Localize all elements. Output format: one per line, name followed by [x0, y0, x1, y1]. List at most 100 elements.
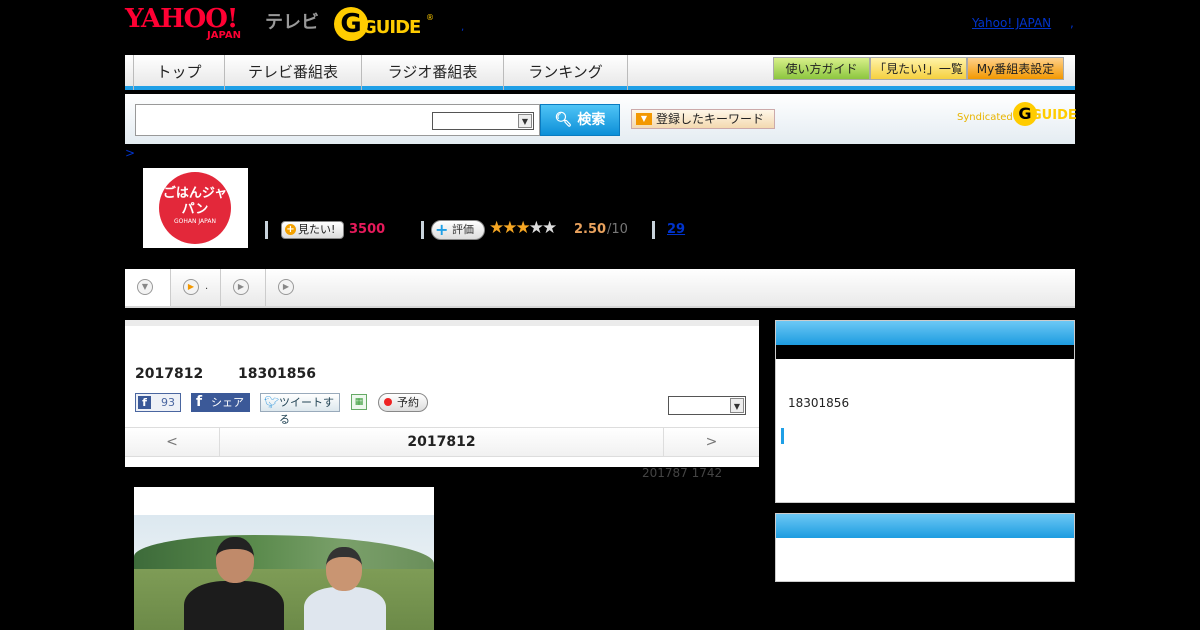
- rating-max: /10: [607, 222, 628, 237]
- tab-2-label: .: [205, 281, 209, 292]
- yahoo-logo-sub: JAPAN: [207, 30, 241, 41]
- rating-stars: ★★★★★: [489, 218, 557, 238]
- search-button-label: 検索: [577, 112, 606, 128]
- nav-tab-radio-listings[interactable]: ラジオ番組表: [362, 55, 504, 90]
- rate-label: 評価: [452, 223, 474, 236]
- nav-date: 2017812: [407, 434, 476, 450]
- plus-icon: +: [435, 220, 449, 239]
- photo-person-1: [184, 537, 284, 630]
- updated-timestamp: 201787 1742: [642, 466, 723, 480]
- search-category-select[interactable]: ▼: [432, 112, 534, 130]
- chevron-down-icon: ▼: [518, 114, 532, 128]
- record-dot-icon: [384, 398, 392, 406]
- want-count: 3500: [349, 222, 386, 237]
- program-tabs: ▼ ▶ . ▶ ▶: [125, 269, 1075, 308]
- saved-keywords-button[interactable]: ▼ 登録したキーワード: [631, 109, 775, 129]
- person-2-head: [326, 547, 362, 591]
- program-logo-title: ごはんジャパン: [162, 186, 228, 217]
- episode-panel: 2017812 18301856 f 93 f シェア 🐦︎ ツイートする ▦ …: [125, 320, 759, 467]
- play-icon: ▶: [233, 279, 249, 295]
- chevron-down-icon: ▼: [137, 279, 153, 295]
- air-date: 2017812: [135, 366, 204, 382]
- yahoo-japan-logo[interactable]: YAHOO! JAPAN: [125, 6, 263, 42]
- star-icon: ★: [528, 218, 544, 238]
- episode-photo: [134, 487, 434, 630]
- star-icon: ★: [489, 218, 504, 238]
- air-time: 18301856: [238, 366, 316, 382]
- syndicated-gguide-logo: Syndicated G GUIDE: [957, 102, 1077, 128]
- next-date-button[interactable]: >: [663, 428, 759, 456]
- search-button[interactable]: 🔍︎ 検索: [540, 104, 620, 136]
- reserve-button[interactable]: 予約: [378, 393, 428, 412]
- tab-2[interactable]: ▶ .: [171, 269, 221, 306]
- person-1-head: [216, 537, 254, 583]
- divider: [421, 221, 424, 239]
- side-panel-2: [775, 513, 1075, 582]
- header-separator-dot: ,: [1070, 16, 1074, 30]
- nav-tab-tv-listings[interactable]: テレビ番組表: [225, 55, 362, 90]
- saved-keywords-label: 登録したキーワード: [656, 112, 765, 126]
- side-panel-subheader: [776, 345, 1074, 359]
- star-icon: ★: [502, 218, 517, 238]
- tweet-label: ツイートする: [279, 396, 334, 426]
- calendar-icon[interactable]: ▦: [351, 394, 367, 410]
- play-icon: ▶: [278, 279, 294, 295]
- gguide-registered-mark: ®: [426, 13, 434, 22]
- prev-date-button[interactable]: <: [125, 428, 220, 456]
- person-2-body: [304, 587, 386, 630]
- want-to-watch-button[interactable]: + 見たい!: [281, 221, 344, 239]
- side-panel-schedule: 18301856: [775, 320, 1075, 503]
- chevron-down-icon: ▼: [730, 398, 744, 413]
- tweet-button[interactable]: 🐦︎ ツイートする: [260, 393, 340, 426]
- review-count-link[interactable]: 29: [667, 222, 685, 237]
- facebook-like-button[interactable]: f 93: [135, 393, 181, 412]
- breadcrumb[interactable]: >: [125, 146, 135, 160]
- syndicated-logo-text: GUIDE: [1031, 108, 1077, 123]
- search-icon: 🔍︎: [554, 112, 573, 128]
- nav-tab-ranking[interactable]: ランキング: [504, 55, 628, 90]
- main-nav: トップ テレビ番組表 ラジオ番組表 ランキング 使い方ガイド 「見たい!」一覧 …: [125, 55, 1075, 90]
- rate-button[interactable]: + 評価: [431, 220, 485, 240]
- facebook-icon: f: [138, 396, 151, 409]
- facebook-share-label: シェア: [211, 396, 244, 409]
- facebook-like-count: 93: [161, 396, 175, 409]
- program-logo: ごはんジャパン GOHAN JAPAN: [159, 172, 231, 244]
- syndicated-label: Syndicated: [957, 112, 1013, 123]
- search-bar: ▼ 🔍︎ 検索 ▼ 登録したキーワード Syndicated G GUIDE: [125, 94, 1077, 144]
- divider: [265, 221, 268, 239]
- gguide-logo[interactable]: G GUIDE ®: [334, 7, 434, 41]
- side-panel-header: [776, 514, 1074, 538]
- episode-select[interactable]: ▼: [668, 396, 746, 415]
- rating-value: 2.50: [574, 222, 607, 237]
- divider: [652, 221, 655, 239]
- usage-guide-button[interactable]: 使い方ガイド: [773, 57, 870, 80]
- header-separator-dot: ,: [461, 22, 465, 33]
- tv-label: テレビ: [265, 12, 319, 33]
- program-thumbnail: ごはんジャパン GOHAN JAPAN: [143, 168, 248, 248]
- chevron-down-icon: ▼: [636, 113, 652, 125]
- photo-person-2: [304, 547, 394, 630]
- side-air-time: 18301856: [788, 396, 850, 410]
- tab-3[interactable]: ▶: [221, 269, 266, 306]
- date-navigation: < 2017812 >: [125, 427, 759, 457]
- star-icon: ★: [515, 218, 531, 238]
- play-icon: ▶: [183, 279, 199, 295]
- tab-4[interactable]: ▶: [266, 269, 311, 306]
- want-list-button[interactable]: 「見たい!」一覧: [870, 57, 967, 80]
- facebook-share-button[interactable]: f シェア: [191, 393, 250, 412]
- twitter-bird-icon: 🐦︎: [264, 395, 280, 409]
- facebook-icon: f: [196, 394, 203, 410]
- yahoo-japan-link[interactable]: Yahoo! JAPAN: [972, 16, 1051, 30]
- program-logo-sub: GOHAN JAPAN: [174, 218, 216, 225]
- side-panel-header: [776, 321, 1074, 345]
- reserve-label: 予約: [397, 396, 419, 409]
- want-to-watch-label: 見たい!: [298, 223, 336, 236]
- side-accent-bar: [781, 428, 784, 444]
- my-listing-settings-button[interactable]: My番組表設定: [967, 57, 1064, 80]
- star-icon: ★: [542, 218, 557, 238]
- tab-overview[interactable]: ▼: [125, 269, 171, 306]
- plus-icon: +: [285, 224, 296, 235]
- person-1-body: [184, 581, 284, 630]
- gguide-logo-text: GUIDE: [362, 17, 421, 38]
- nav-tab-top[interactable]: トップ: [133, 55, 225, 90]
